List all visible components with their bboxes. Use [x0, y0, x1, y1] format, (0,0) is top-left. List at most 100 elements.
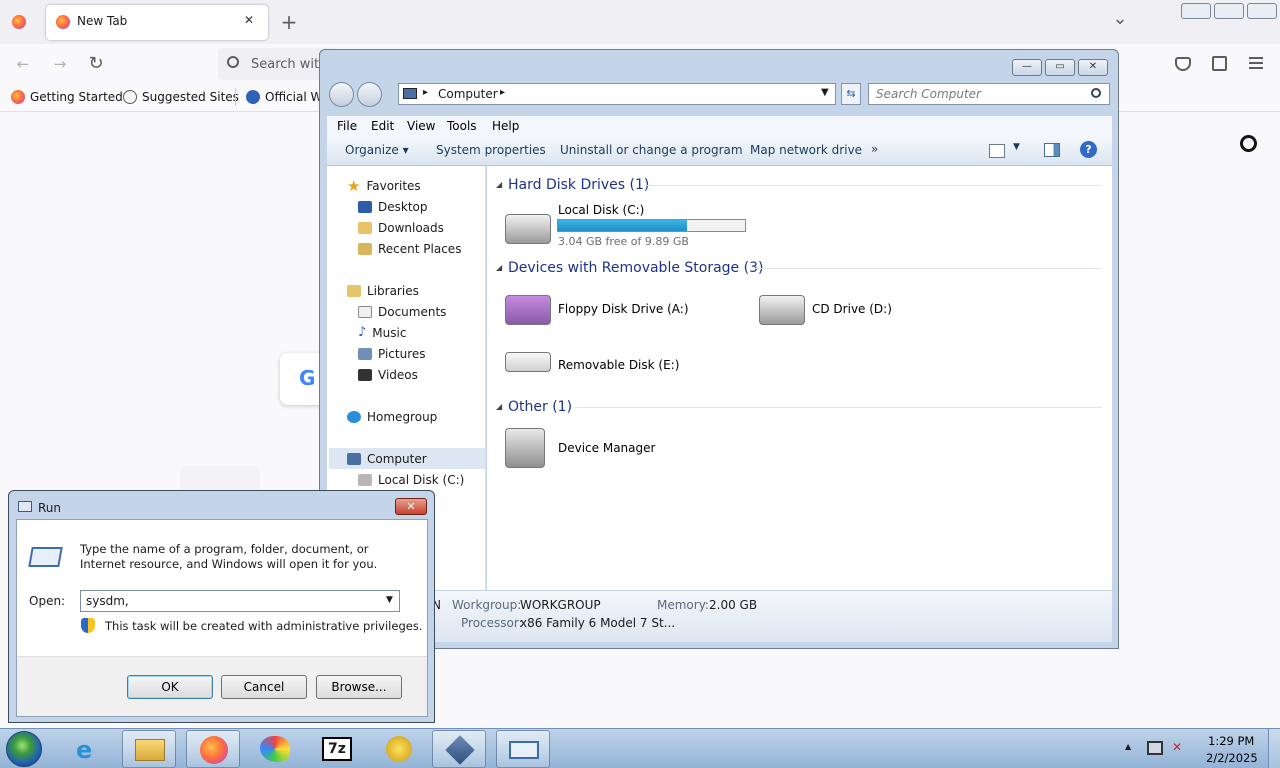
cd-drive-label[interactable]: CD Drive (D:) [812, 302, 892, 316]
network-icon[interactable] [1147, 741, 1163, 755]
show-hidden-icons[interactable]: ▲ [1125, 742, 1131, 751]
menu-help[interactable]: Help [492, 119, 519, 133]
outer-close-button[interactable] [1247, 3, 1277, 19]
gear-icon[interactable] [1240, 135, 1257, 152]
menu-bar: File Edit View Tools Help [327, 116, 1112, 136]
removable-disk-label[interactable]: Removable Disk (E:) [558, 358, 679, 372]
address-computer[interactable]: Computer [438, 87, 498, 101]
run-icon [28, 547, 63, 567]
refresh-icon[interactable]: ⇆ [841, 83, 861, 105]
nav-libraries[interactable]: Libraries [347, 280, 419, 301]
explorer-forward-button[interactable] [357, 82, 382, 107]
nav-local-disk[interactable]: Local Disk (C:) [358, 469, 464, 490]
tab-title: New Tab [77, 14, 128, 28]
address-bar[interactable]: ▸ Computer ▸ ▼ [398, 83, 836, 105]
taskbar-run[interactable] [496, 730, 550, 768]
search-box[interactable]: Search Computer [868, 83, 1110, 105]
start-button[interactable] [6, 731, 42, 767]
tab-list-button[interactable]: ⌄ [1107, 6, 1133, 32]
group-hard-disk-drives[interactable]: Hard Disk Drives (1) [508, 177, 649, 193]
run-body: Type the name of a program, folder, docu… [16, 519, 428, 717]
nav-favorites[interactable]: ★ Favorites [347, 175, 421, 196]
outer-restore-button[interactable] [1214, 3, 1244, 19]
group-other[interactable]: Other (1) [508, 399, 572, 415]
puzzle-icon[interactable] [1212, 56, 1227, 71]
volume-muted-icon[interactable]: ✕ [1172, 740, 1188, 756]
taskbar-paint[interactable] [248, 730, 302, 768]
address-dropdown-icon[interactable]: ▼ [821, 87, 829, 98]
nav-desktop[interactable]: Desktop [358, 196, 428, 217]
bookmark-official[interactable]: Official W [246, 90, 322, 104]
outer-minimize-button[interactable] [1181, 3, 1211, 19]
help-icon[interactable]: ? [1080, 141, 1097, 158]
map-network-drive-button[interactable]: Map network drive [750, 143, 862, 157]
hamburger-icon[interactable] [1249, 57, 1263, 69]
menu-tools[interactable]: Tools [447, 119, 477, 133]
disk-usage-bar [557, 219, 746, 232]
cancel-button[interactable]: Cancel [221, 675, 307, 699]
floppy-drive-icon [505, 295, 551, 325]
new-tab-button[interactable]: + [276, 9, 302, 35]
nav-videos[interactable]: Videos [358, 364, 418, 385]
view-options-icon[interactable] [989, 144, 1005, 158]
taskbar-7zip[interactable]: 7z [310, 730, 364, 768]
device-manager-icon [505, 428, 545, 468]
reload-button[interactable]: ↻ [83, 51, 109, 77]
explorer-maximize-button[interactable]: ▭ [1045, 59, 1075, 76]
search-icon[interactable] [1091, 88, 1101, 98]
open-dropdown-icon[interactable]: ▼ [386, 595, 393, 605]
nav-documents[interactable]: Documents [358, 301, 446, 322]
explorer-close-button[interactable]: ✕ [1078, 59, 1108, 76]
explorer-window: — ▭ ✕ ▸ Computer ▸ ▼ ⇆ Search Computer F… [319, 49, 1119, 649]
ie-icon: e [76, 736, 93, 764]
uninstall-program-button[interactable]: Uninstall or change a program [560, 143, 743, 157]
menu-edit[interactable]: Edit [371, 119, 394, 133]
nav-recent-places[interactable]: Recent Places [358, 238, 461, 259]
run-close-button[interactable]: ✕ [395, 498, 427, 515]
bookmark-suggested-sites[interactable]: Suggested Sites [123, 90, 239, 104]
nav-computer[interactable]: Computer [347, 448, 427, 469]
nav-homegroup[interactable]: Homegroup [347, 406, 437, 427]
taskbar-firefox[interactable] [186, 730, 240, 768]
forward-button[interactable]: → [47, 51, 73, 77]
show-desktop-button[interactable] [1268, 729, 1280, 768]
explorer-back-button[interactable] [329, 82, 354, 107]
tab-new-tab[interactable]: New Tab ✕ [46, 5, 268, 40]
removable-disk-icon [505, 352, 551, 372]
folder-icon [135, 739, 165, 761]
menu-view[interactable]: View [407, 119, 435, 133]
taskbar-app[interactable] [372, 730, 426, 768]
organize-button[interactable]: Organize ▾ [345, 143, 409, 157]
run-icon [509, 741, 539, 759]
menu-file[interactable]: File [337, 119, 357, 133]
open-input[interactable]: sysdm, [86, 594, 129, 608]
taskbar-virtualbox[interactable] [432, 730, 486, 768]
view-dropdown-icon[interactable]: ▼ [1013, 142, 1020, 152]
browse-button[interactable]: Browse... [316, 675, 402, 699]
more-commands-button[interactable]: » [871, 142, 878, 156]
back-button[interactable]: ← [10, 51, 36, 77]
group-removable-storage[interactable]: Devices with Removable Storage (3) [508, 260, 763, 276]
nav-pictures[interactable]: Pictures [358, 343, 426, 364]
preview-pane-icon[interactable] [1044, 143, 1060, 157]
local-disk-label[interactable]: Local Disk (C:) [558, 203, 644, 217]
floppy-drive-label[interactable]: Floppy Disk Drive (A:) [558, 302, 689, 316]
system-properties-button[interactable]: System properties [436, 143, 546, 157]
run-dialog: Run ✕ Type the name of a program, folder… [8, 490, 435, 723]
clock-time[interactable]: 1:29 PM [1208, 734, 1254, 748]
globe-icon [123, 90, 137, 104]
taskbar-ie[interactable]: e [63, 730, 117, 768]
clock-date[interactable]: 2/2/2025 [1206, 751, 1258, 765]
ok-button[interactable]: OK [127, 675, 213, 699]
virtualbox-icon [445, 735, 475, 765]
nav-music[interactable]: ♪ Music [358, 322, 406, 343]
shortcut-tile[interactable] [180, 466, 260, 490]
nav-downloads[interactable]: Downloads [358, 217, 444, 238]
bookmark-getting-started[interactable]: Getting Started [11, 90, 123, 104]
taskbar-explorer[interactable] [122, 730, 176, 768]
explorer-minimize-button[interactable]: — [1012, 59, 1042, 76]
tab-close-button[interactable]: ✕ [244, 13, 254, 27]
open-combobox[interactable]: sysdm, ▼ [80, 590, 400, 612]
device-manager-label[interactable]: Device Manager [558, 441, 655, 455]
pocket-icon[interactable] [1175, 57, 1191, 71]
